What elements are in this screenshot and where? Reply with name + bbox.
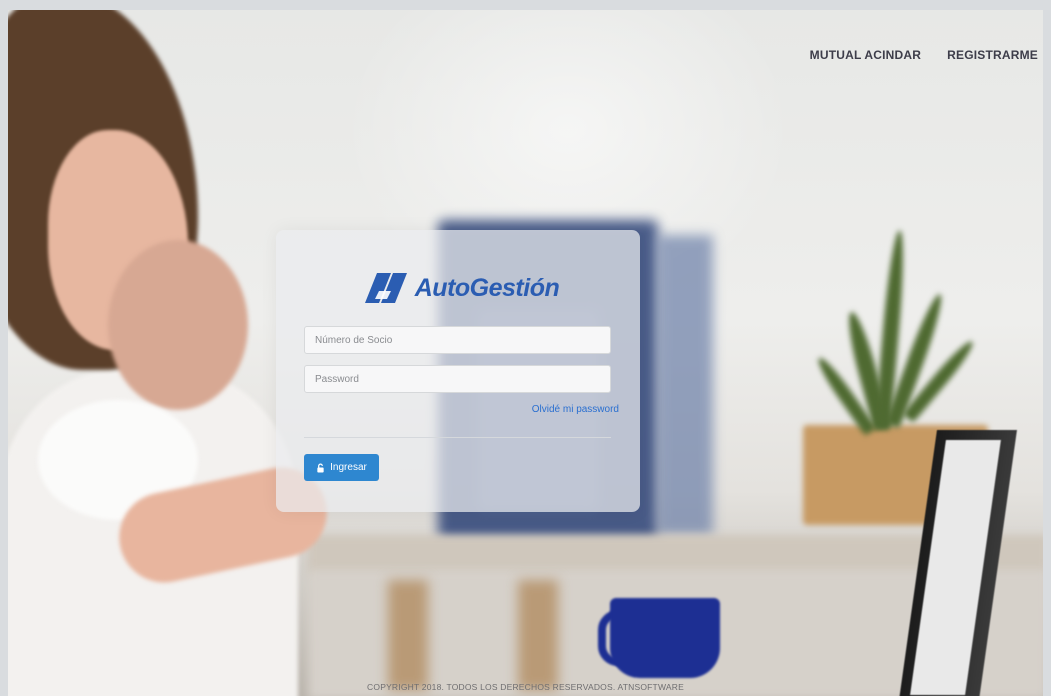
background-binder (658, 235, 713, 535)
form-divider (304, 437, 611, 438)
logo-mark-icon (364, 273, 407, 303)
login-button[interactable]: Ingresar (304, 454, 379, 481)
top-nav: MUTUAL ACINDAR REGISTRARME (810, 48, 1038, 62)
background-photo: MUTUAL ACINDAR REGISTRARME AutoGestión O… (8, 10, 1043, 696)
background-baby-head (108, 240, 248, 410)
nav-link-registrarme[interactable]: REGISTRARME (947, 48, 1038, 62)
background-mug (610, 598, 720, 678)
autogestion-logo: AutoGestión (276, 268, 640, 308)
background-table-leg (388, 580, 428, 690)
password-input[interactable] (304, 365, 611, 393)
logo-text: AutoGestión (414, 273, 560, 302)
copyright-footer: COPYRIGHT 2018. TODOS LOS DERECHOS RESER… (367, 682, 684, 692)
lock-icon (317, 463, 324, 472)
nav-link-mutual-acindar[interactable]: MUTUAL ACINDAR (810, 48, 921, 62)
login-card: AutoGestión Olvidé mi password Ingresar (276, 230, 640, 512)
socio-number-input[interactable] (304, 326, 611, 354)
login-button-label: Ingresar (330, 462, 367, 473)
background-table-leg (518, 580, 558, 690)
forgot-password-link[interactable]: Olvidé mi password (532, 404, 619, 415)
